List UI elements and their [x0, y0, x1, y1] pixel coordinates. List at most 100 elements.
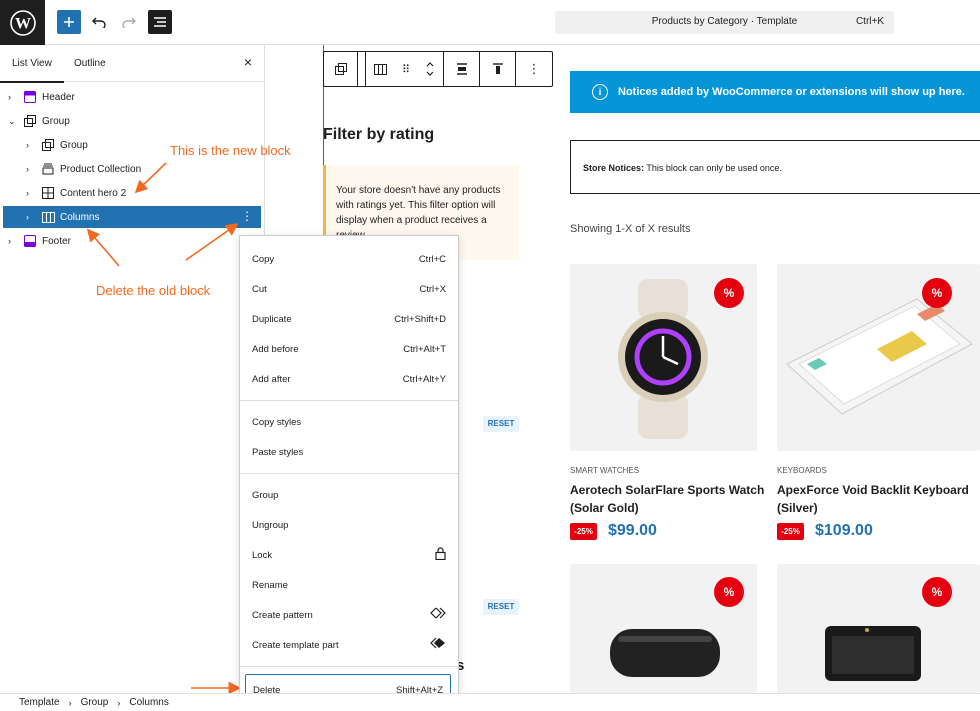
more-options-icon[interactable]: ⋮	[516, 52, 552, 86]
table-grid-icon	[41, 186, 55, 200]
toolbar-divider	[358, 52, 366, 86]
list-item-content-hero[interactable]: › Content hero 2	[26, 182, 126, 204]
store-notices-block[interactable]: Store Notices: This block can only be us…	[570, 140, 980, 194]
woocommerce-notice-banner: i Notices added by WooCommerce or extens…	[570, 71, 980, 113]
breadcrumb-item-template[interactable]: Template	[19, 697, 60, 708]
chevron-right-icon: ›	[68, 697, 72, 708]
menu-item-label: Add before	[252, 344, 299, 355]
list-item-header[interactable]: › Header	[8, 86, 75, 108]
woo-notice-text: Notices added by WooCommerce or extensio…	[618, 86, 965, 98]
annotation-delete-old: Delete the old block	[96, 283, 211, 298]
list-item-columns[interactable]: › Columns ⋮	[3, 206, 261, 228]
menu-item-label: Add after	[252, 374, 291, 385]
menu-item-shortcut: Ctrl+Shift+D	[394, 314, 446, 325]
menu-item-shortcut: Ctrl+C	[418, 254, 446, 265]
filter-rating-title: Filter by rating	[323, 126, 435, 143]
menu-item-paste-styles[interactable]: Paste styles	[240, 437, 458, 467]
list-item-product-collection[interactable]: › Product Collection	[26, 158, 141, 180]
product-category: KEYBOARDS	[777, 466, 827, 475]
sale-badge: %	[714, 278, 744, 308]
chevron-right-icon[interactable]: ›	[8, 92, 20, 102]
list-item-label: Group	[60, 139, 88, 151]
menu-item-add-before[interactable]: Add before Ctrl+Alt+T	[240, 334, 458, 364]
move-up-down-icon	[426, 62, 434, 76]
add-block-button[interactable]	[57, 10, 81, 34]
chevron-right-icon[interactable]: ›	[26, 140, 38, 150]
menu-item-ungroup[interactable]: Ungroup	[240, 510, 458, 540]
menu-item-label: Create pattern	[252, 610, 313, 621]
store-notices-label: Store Notices:	[583, 163, 645, 173]
template-part-icon	[430, 637, 446, 652]
reset-button[interactable]: RESET	[483, 416, 519, 432]
template-part-icon	[23, 90, 37, 104]
list-item-label: Header	[42, 91, 75, 103]
product-price: $109.00	[815, 522, 873, 539]
menu-item-shortcut: Ctrl+Alt+T	[403, 344, 446, 355]
reset-button[interactable]: RESET	[483, 599, 519, 615]
menu-item-create-pattern[interactable]: Create pattern	[240, 600, 458, 630]
group-icon	[41, 138, 55, 152]
list-item-label: Columns	[60, 211, 100, 223]
block-breadcrumb: Template › Group › Columns	[0, 693, 980, 711]
redo-icon[interactable]	[117, 10, 141, 34]
menu-item-copy-styles[interactable]: Copy styles	[240, 407, 458, 437]
columns-icon	[373, 63, 387, 75]
chevron-right-icon[interactable]: ›	[26, 212, 38, 222]
block-type-mover[interactable]: ⠿	[366, 52, 444, 86]
block-toolbar: ⠿ ⋮	[323, 51, 553, 87]
command-shortcut: Ctrl+K	[855, 16, 884, 27]
parent-block-button[interactable]	[324, 52, 358, 86]
tab-outline[interactable]: Outline	[74, 58, 106, 69]
sale-badge: %	[922, 577, 952, 607]
undo-icon[interactable]	[87, 10, 111, 34]
menu-item-cut[interactable]: Cut Ctrl+X	[240, 274, 458, 304]
list-item-label: Footer	[42, 235, 71, 247]
block-options-menu: Copy Ctrl+C Cut Ctrl+X Duplicate Ctrl+Sh…	[239, 235, 459, 710]
info-icon: i	[592, 84, 608, 100]
menu-divider	[240, 473, 458, 474]
menu-item-create-template-part[interactable]: Create template part	[240, 630, 458, 660]
menu-item-shortcut: Ctrl+Alt+Y	[402, 374, 446, 385]
product-category: SMART WATCHES	[570, 466, 640, 475]
menu-item-label: Ungroup	[252, 520, 289, 531]
wordpress-logo-icon[interactable]: W	[0, 0, 45, 45]
menu-item-duplicate[interactable]: Duplicate Ctrl+Shift+D	[240, 304, 458, 334]
align-button[interactable]	[444, 52, 480, 86]
menu-item-shortcut: Ctrl+X	[419, 284, 446, 295]
options-menu-icon[interactable]: ⋮	[241, 210, 253, 222]
menu-divider	[240, 666, 458, 667]
chevron-right-icon: ›	[117, 697, 121, 708]
breadcrumb-item-columns[interactable]: Columns	[129, 697, 168, 708]
tab-list-view[interactable]: List View	[0, 58, 64, 83]
list-item-label: Group	[42, 115, 70, 127]
svg-text:W: W	[15, 15, 31, 32]
list-item-footer[interactable]: › Footer	[8, 230, 71, 252]
menu-item-rename[interactable]: Rename	[240, 570, 458, 600]
menu-item-label: Group	[252, 490, 279, 501]
menu-item-add-after[interactable]: Add after Ctrl+Alt+Y	[240, 364, 458, 394]
drag-handle-icon[interactable]: ⠿	[402, 63, 410, 76]
menu-item-group[interactable]: Group	[240, 480, 458, 510]
chevron-right-icon[interactable]: ›	[26, 164, 38, 174]
product-title[interactable]: ApexForce Void Backlit Keyboard (Silver)	[777, 481, 977, 517]
vertical-align-button[interactable]	[480, 52, 516, 86]
menu-item-lock[interactable]: Lock	[240, 540, 458, 570]
top-toolbar: W Products by Category · Template Ctrl+K	[0, 0, 980, 45]
sale-badge: %	[922, 278, 952, 308]
group-icon	[23, 114, 37, 128]
breadcrumb-item-group[interactable]: Group	[81, 697, 109, 708]
document-overview-icon[interactable]	[148, 10, 172, 34]
chevron-right-icon[interactable]: ›	[8, 236, 20, 246]
chevron-down-icon[interactable]: ⌄	[8, 116, 20, 127]
menu-divider	[240, 400, 458, 401]
close-icon[interactable]: ×	[244, 54, 252, 70]
menu-item-label: Rename	[252, 580, 288, 591]
command-palette-bar[interactable]: Products by Category · Template Ctrl+K	[555, 11, 894, 34]
menu-item-copy[interactable]: Copy Ctrl+C	[240, 244, 458, 274]
menu-item-label: Cut	[252, 284, 267, 295]
results-count: Showing 1-X of X results	[570, 223, 691, 235]
chevron-right-icon[interactable]: ›	[26, 188, 38, 198]
list-item-group-nested[interactable]: › Group	[26, 134, 88, 156]
product-title[interactable]: Aerotech SolarFlare Sports Watch (Solar …	[570, 481, 765, 517]
list-item-group[interactable]: ⌄ Group	[8, 110, 70, 132]
